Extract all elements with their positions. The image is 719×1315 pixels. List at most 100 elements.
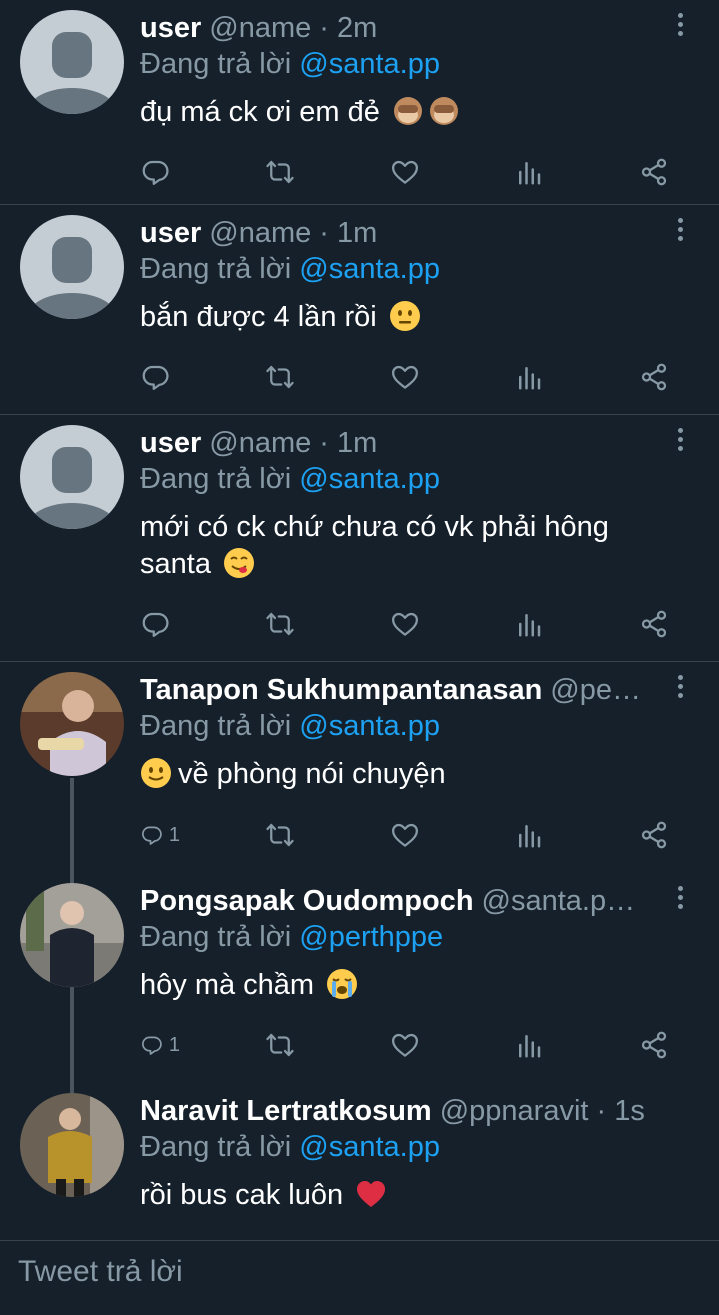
analytics-button[interactable] <box>514 152 554 192</box>
retweet-icon <box>265 362 295 392</box>
reply-button[interactable] <box>140 357 180 397</box>
display-name[interactable]: Pongsapak Oudompoch <box>140 885 474 918</box>
slight-smile-face-icon <box>141 758 171 788</box>
display-name[interactable]: user <box>140 217 201 250</box>
loudly-crying-face-icon <box>327 969 358 999</box>
more-options-icon[interactable] <box>671 215 689 245</box>
avatar[interactable] <box>20 215 124 319</box>
display-name[interactable]: user <box>140 12 201 45</box>
see-no-evil-monkey-icon <box>393 97 422 125</box>
heart-icon <box>390 157 420 187</box>
display-name[interactable]: Naravit Lertratkosum <box>140 1095 432 1128</box>
reply-to-link[interactable]: @santa.pp <box>299 48 440 80</box>
like-button[interactable] <box>390 357 430 397</box>
retweet-button[interactable] <box>265 604 305 644</box>
tweet-text: hôy mà chầm <box>140 967 719 1004</box>
avatar[interactable] <box>20 1093 124 1197</box>
reply-to-link[interactable]: @santa.pp <box>299 1131 440 1163</box>
reply-to-link[interactable]: @perthppe <box>299 921 443 953</box>
handle-time: @ppnaravit · 1s <box>439 1094 645 1127</box>
reply-icon <box>140 1030 163 1060</box>
retweet-icon <box>265 820 295 850</box>
tweet-item[interactable]: Naravit Lertratkosum @ppnaravit · 1s Đang… <box>0 1083 719 1233</box>
heart-icon <box>390 1030 420 1060</box>
stats-icon <box>514 157 544 187</box>
more-options-icon[interactable] <box>671 672 689 702</box>
display-name[interactable]: Tanapon Sukhumpantanasan <box>140 674 542 707</box>
more-options-icon[interactable] <box>671 10 689 40</box>
analytics-button[interactable] <box>514 604 554 644</box>
share-icon <box>639 362 669 392</box>
heart-icon <box>390 820 420 850</box>
handle-time: @pert… <box>550 673 649 706</box>
like-button[interactable] <box>390 815 430 855</box>
more-options-icon[interactable] <box>671 425 689 455</box>
reply-icon <box>140 362 170 392</box>
handle-time: @name · 1m <box>209 216 378 249</box>
reply-to-link[interactable]: @santa.pp <box>299 463 440 495</box>
like-button[interactable] <box>390 152 430 192</box>
heart-icon <box>390 609 420 639</box>
see-no-evil-monkey-icon <box>429 97 458 125</box>
replying-to: Đang trả lời @santa.pp <box>140 48 440 80</box>
share-icon <box>639 609 669 639</box>
like-button[interactable] <box>390 1025 430 1065</box>
share-button[interactable] <box>639 357 679 397</box>
avatar[interactable] <box>20 10 124 114</box>
share-icon <box>639 820 669 850</box>
retweet-button[interactable] <box>265 815 305 855</box>
analytics-button[interactable] <box>514 1025 554 1065</box>
handle-time: @name · 1m <box>209 426 378 459</box>
tweet-item[interactable]: user @name · 1m Đang trả lời @santa.pp mớ… <box>0 415 719 662</box>
red-heart-icon <box>357 1181 386 1207</box>
tweet-item[interactable]: Tanapon Sukhumpantanasan @pert… Đang trả … <box>0 662 719 873</box>
share-button[interactable] <box>639 152 679 192</box>
tweet-text: rồi bus cak luôn <box>140 1177 719 1214</box>
share-button[interactable] <box>639 1025 679 1065</box>
replying-to: Đang trả lời @santa.pp <box>140 1131 440 1163</box>
tweet-item[interactable]: user @name · 1m Đang trả lời @santa.pp bắ… <box>0 205 719 415</box>
avatar[interactable] <box>20 425 124 529</box>
retweet-icon <box>265 1030 295 1060</box>
reply-compose-bar[interactable]: Tweet trả lời <box>0 1240 719 1315</box>
reply-button[interactable] <box>140 152 180 192</box>
retweet-button[interactable] <box>265 1025 305 1065</box>
retweet-button[interactable] <box>265 357 305 397</box>
reply-icon <box>140 609 170 639</box>
reply-button[interactable]: 1 <box>140 1025 180 1065</box>
display-name[interactable]: user <box>140 427 201 460</box>
reply-button[interactable]: 1 <box>140 815 180 855</box>
share-icon <box>639 1030 669 1060</box>
replying-to: Đang trả lời @santa.pp <box>140 710 440 742</box>
share-button[interactable] <box>639 815 679 855</box>
reply-button[interactable] <box>140 604 180 644</box>
reply-to-link[interactable]: @santa.pp <box>299 253 440 285</box>
tweet-reply-input[interactable]: Tweet trả lời <box>18 1255 183 1289</box>
tweet-text: đụ má ck ơi em đẻ <box>140 94 719 131</box>
avatar[interactable] <box>20 883 124 987</box>
stats-icon <box>514 1030 544 1060</box>
analytics-button[interactable] <box>514 357 554 397</box>
replying-to: Đang trả lời @santa.pp <box>140 253 440 285</box>
tweet-text: mới có ck chứ chưa có vk phải hông santa <box>140 511 609 580</box>
retweet-icon <box>265 609 295 639</box>
avatar[interactable] <box>20 672 124 776</box>
reply-icon <box>140 157 170 187</box>
share-button[interactable] <box>639 604 679 644</box>
tweet-item[interactable]: Pongsapak Oudompoch @santa.pp … Đang trả … <box>0 873 719 1083</box>
replying-to: Đang trả lời @santa.pp <box>140 463 440 495</box>
tweet-item[interactable]: user @name · 2m Đang trả lời @santa.pp đụ… <box>0 0 719 205</box>
retweet-button[interactable] <box>265 152 305 192</box>
like-button[interactable] <box>390 604 430 644</box>
yum-face-icon <box>224 548 255 578</box>
analytics-button[interactable] <box>514 815 554 855</box>
reply-count: 1 <box>168 823 180 846</box>
stats-icon <box>514 820 544 850</box>
tweet-text: bắn được 4 lần rồi <box>140 299 719 336</box>
reply-to-link[interactable]: @santa.pp <box>299 710 440 742</box>
handle-time: @santa.pp … <box>481 884 649 917</box>
retweet-icon <box>265 157 295 187</box>
handle-time: @name · 2m <box>209 11 378 44</box>
heart-icon <box>390 362 420 392</box>
more-options-icon[interactable] <box>671 883 689 913</box>
